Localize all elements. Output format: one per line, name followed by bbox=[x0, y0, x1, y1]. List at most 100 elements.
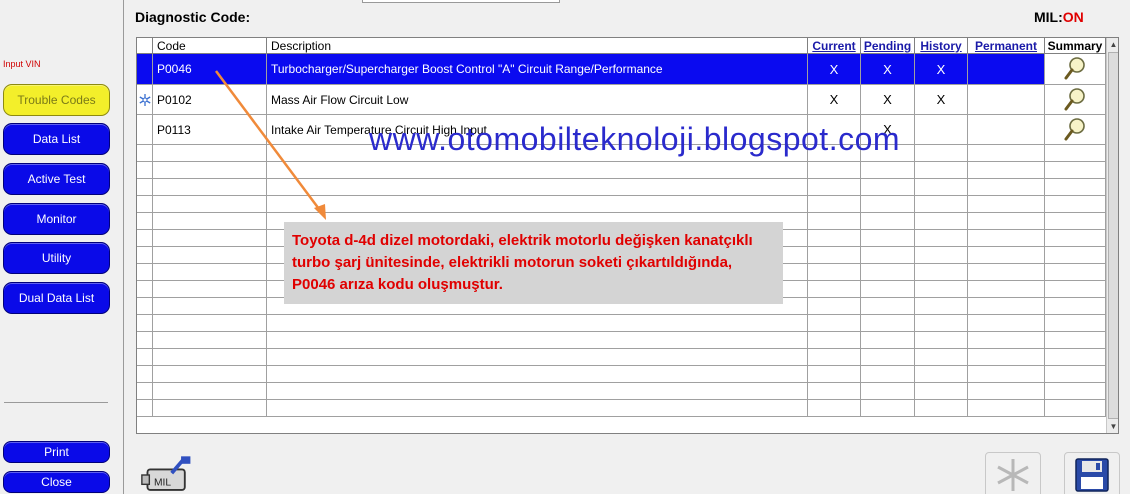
empty-cell bbox=[137, 315, 153, 331]
table-row[interactable]: P0102 Mass Air Flow Circuit Low X X X bbox=[137, 85, 1106, 115]
empty-cell bbox=[267, 366, 808, 382]
table-row[interactable]: P0046 Turbocharger/Supercharger Boost Co… bbox=[137, 54, 1106, 85]
empty-cell bbox=[137, 230, 153, 246]
active-test-button[interactable]: Active Test bbox=[3, 163, 110, 195]
current-mark: X bbox=[808, 54, 861, 84]
empty-cell bbox=[137, 213, 153, 229]
dtc-code: P0046 bbox=[153, 54, 267, 84]
scroll-down-icon[interactable]: ▼ bbox=[1107, 420, 1118, 433]
summary-cell[interactable] bbox=[1045, 54, 1106, 84]
column-header-pending[interactable]: Pending bbox=[861, 38, 915, 54]
permanent-mark bbox=[968, 54, 1045, 84]
permanent-mark bbox=[968, 85, 1045, 114]
history-mark: X bbox=[915, 54, 968, 84]
data-list-button[interactable]: Data List bbox=[3, 123, 110, 155]
empty-cell bbox=[153, 298, 267, 314]
empty-cell bbox=[861, 366, 915, 382]
empty-cell bbox=[1045, 315, 1106, 331]
empty-cell bbox=[968, 179, 1045, 195]
empty-cell bbox=[153, 349, 267, 365]
empty-cell bbox=[808, 162, 861, 178]
scroll-up-icon[interactable]: ▲ bbox=[1107, 38, 1118, 51]
empty-cell bbox=[915, 349, 968, 365]
column-header-history[interactable]: History bbox=[915, 38, 968, 54]
empty-cell bbox=[915, 179, 968, 195]
empty-cell bbox=[861, 281, 915, 297]
empty-cell bbox=[153, 162, 267, 178]
empty-cell bbox=[267, 332, 808, 348]
empty-cell bbox=[153, 366, 267, 382]
empty-cell bbox=[1045, 332, 1106, 348]
magnifier-icon[interactable] bbox=[1064, 87, 1086, 113]
empty-cell bbox=[915, 230, 968, 246]
history-mark bbox=[915, 115, 968, 144]
empty-cell bbox=[267, 349, 808, 365]
empty-cell bbox=[915, 298, 968, 314]
mil-state: ON bbox=[1062, 9, 1084, 25]
empty-cell bbox=[137, 145, 153, 161]
empty-cell bbox=[861, 349, 915, 365]
empty-cell bbox=[968, 264, 1045, 280]
empty-cell bbox=[968, 383, 1045, 399]
dtc-description: Mass Air Flow Circuit Low bbox=[267, 85, 808, 114]
empty-cell bbox=[808, 213, 861, 229]
empty-cell bbox=[153, 145, 267, 161]
empty-cell bbox=[968, 230, 1045, 246]
empty-cell bbox=[968, 213, 1045, 229]
empty-cell bbox=[808, 230, 861, 246]
empty-table-row bbox=[137, 179, 1106, 196]
empty-cell bbox=[137, 179, 153, 195]
freeze-frame-button[interactable] bbox=[985, 452, 1041, 494]
top-input-field[interactable] bbox=[362, 0, 560, 3]
column-header-permanent[interactable]: Permanent bbox=[968, 38, 1045, 54]
trouble-codes-button[interactable]: Trouble Codes bbox=[3, 84, 110, 116]
empty-cell bbox=[267, 400, 808, 416]
svg-text:MIL: MIL bbox=[154, 477, 171, 488]
empty-cell bbox=[861, 298, 915, 314]
empty-cell bbox=[915, 247, 968, 263]
input-vin-label[interactable]: Input VIN bbox=[3, 59, 41, 69]
empty-cell bbox=[861, 400, 915, 416]
empty-cell bbox=[915, 281, 968, 297]
magnifier-icon[interactable] bbox=[1064, 117, 1086, 143]
close-button[interactable]: Close bbox=[3, 471, 110, 493]
empty-cell bbox=[1045, 179, 1106, 195]
vertical-scrollbar[interactable]: ▲ ▼ bbox=[1106, 38, 1118, 433]
empty-cell bbox=[153, 315, 267, 331]
save-button[interactable] bbox=[1064, 452, 1120, 494]
summary-cell[interactable] bbox=[1045, 115, 1106, 144]
empty-cell bbox=[968, 247, 1045, 263]
summary-cell[interactable] bbox=[1045, 85, 1106, 114]
monitor-button[interactable]: Monitor bbox=[3, 203, 110, 235]
empty-cell bbox=[808, 349, 861, 365]
magnifier-icon[interactable] bbox=[1064, 56, 1086, 82]
empty-cell bbox=[1045, 366, 1106, 382]
empty-cell bbox=[968, 366, 1045, 382]
dtc-code: P0113 bbox=[153, 115, 267, 144]
empty-cell bbox=[153, 196, 267, 212]
empty-cell bbox=[915, 315, 968, 331]
column-header-summary[interactable]: Summary bbox=[1045, 38, 1106, 54]
empty-cell bbox=[137, 162, 153, 178]
row-indicator bbox=[137, 54, 153, 84]
utility-button[interactable]: Utility bbox=[3, 242, 110, 274]
print-button[interactable]: Print bbox=[3, 441, 110, 463]
empty-cell bbox=[861, 230, 915, 246]
column-header-description[interactable]: Description bbox=[267, 38, 808, 54]
empty-cell bbox=[861, 162, 915, 178]
empty-cell bbox=[1045, 196, 1106, 212]
scrollbar-thumb[interactable] bbox=[1108, 52, 1118, 419]
empty-cell bbox=[153, 383, 267, 399]
dual-data-list-button[interactable]: Dual Data List bbox=[3, 282, 110, 314]
column-header-code[interactable]: Code bbox=[153, 38, 267, 54]
empty-cell bbox=[861, 213, 915, 229]
pending-mark: X bbox=[861, 85, 915, 114]
empty-table-row bbox=[137, 315, 1106, 332]
pending-mark: X bbox=[861, 54, 915, 84]
mil-engine-button[interactable]: MIL bbox=[140, 452, 196, 494]
empty-cell bbox=[137, 264, 153, 280]
empty-cell bbox=[137, 298, 153, 314]
empty-cell bbox=[968, 315, 1045, 331]
empty-cell bbox=[808, 281, 861, 297]
column-header-current[interactable]: Current bbox=[808, 38, 861, 54]
